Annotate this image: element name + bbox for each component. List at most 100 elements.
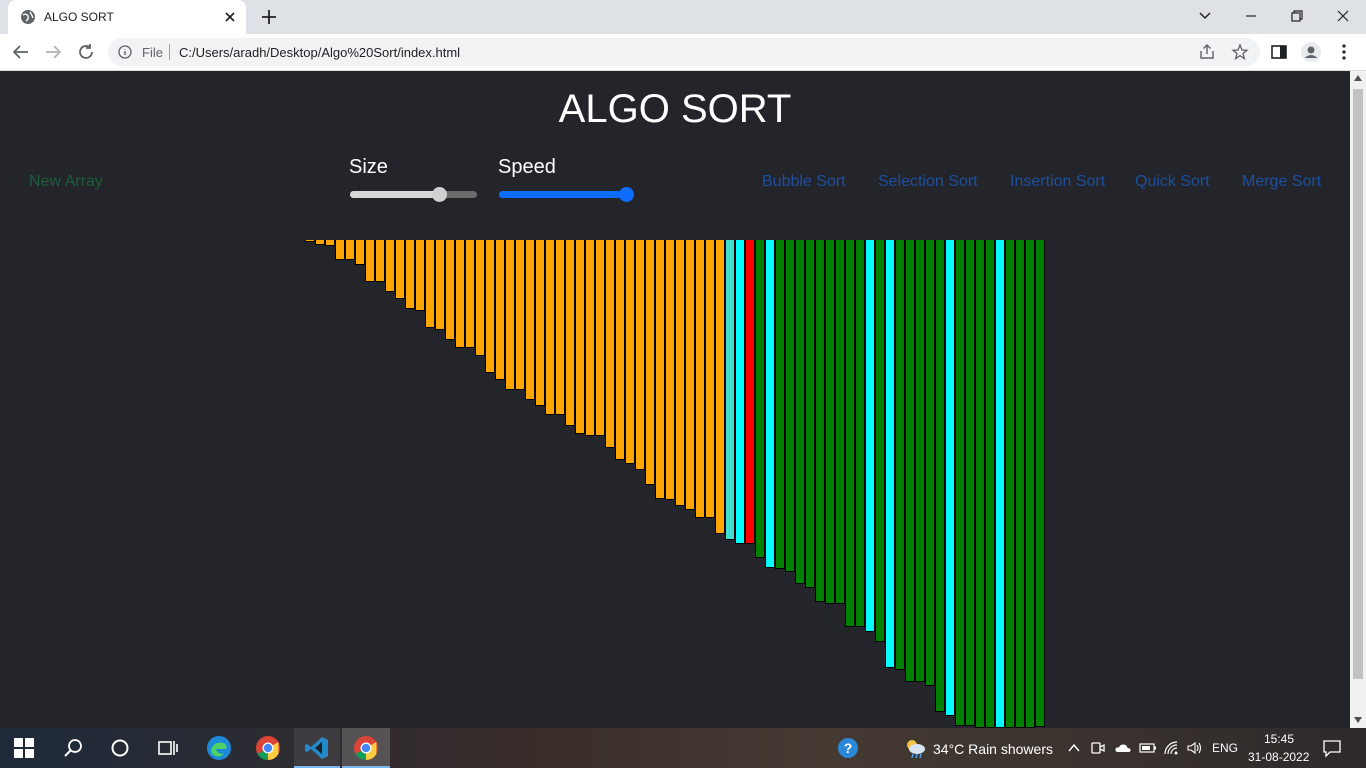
weather-rain-icon[interactable]	[903, 736, 927, 760]
scroll-up-arrow-icon[interactable]	[1354, 75, 1362, 81]
array-bar	[315, 240, 325, 245]
browser-tab[interactable]: ALGO SORT	[8, 0, 246, 34]
array-bar	[645, 240, 655, 485]
array-bar	[455, 240, 465, 348]
array-bar	[365, 240, 375, 282]
scroll-down-arrow-icon[interactable]	[1354, 717, 1362, 723]
array-bar	[465, 240, 475, 348]
insertion-sort-button[interactable]: Insertion Sort	[1010, 173, 1105, 191]
array-bar	[435, 240, 445, 330]
address-bar[interactable]: File C:/Users/aradh/Desktop/Algo%20Sort/…	[108, 38, 1260, 66]
volume-icon[interactable]	[1186, 740, 1204, 756]
cortana-icon[interactable]	[108, 736, 132, 760]
bars-container	[305, 240, 1050, 728]
meet-now-icon[interactable]	[1090, 740, 1106, 756]
weather-text[interactable]: 34°C Rain showers	[933, 741, 1053, 757]
array-bar	[585, 240, 595, 436]
notification-icon[interactable]	[1322, 738, 1342, 758]
chrome-icon[interactable]	[255, 735, 281, 761]
array-bar	[625, 240, 635, 464]
chevron-up-icon[interactable]	[1066, 740, 1082, 756]
size-slider-thumb[interactable]	[432, 187, 447, 202]
new-tab-icon[interactable]	[258, 6, 280, 28]
clock-date[interactable]: 31-08-2022	[1248, 750, 1309, 764]
onedrive-cloud-icon[interactable]	[1114, 740, 1132, 756]
array-bar	[515, 240, 525, 390]
array-bar	[865, 240, 875, 632]
size-slider-fill	[350, 191, 439, 198]
array-bar	[505, 240, 515, 390]
search-icon[interactable]	[61, 736, 85, 760]
array-bar	[905, 240, 915, 682]
chrome-taskbar-item-active[interactable]	[342, 728, 390, 768]
array-bar	[845, 240, 855, 627]
info-icon[interactable]	[118, 45, 132, 59]
array-bar	[595, 240, 605, 436]
array-bar	[1035, 240, 1045, 727]
array-bar	[875, 240, 885, 642]
array-bar	[975, 240, 985, 728]
back-arrow-icon[interactable]	[10, 41, 32, 63]
vscode-icon	[305, 737, 328, 759]
close-window-icon[interactable]	[1330, 4, 1356, 28]
array-bar	[485, 240, 495, 373]
array-bar	[955, 240, 965, 726]
array-bar	[405, 240, 415, 309]
page-content: ALGO SORT New Array Size Speed Bubble So…	[0, 71, 1350, 728]
array-bar	[995, 240, 1005, 728]
close-tab-icon[interactable]	[220, 7, 240, 27]
language-indicator[interactable]: ENG	[1212, 741, 1238, 755]
array-bar	[525, 240, 535, 400]
array-bar	[335, 240, 345, 260]
array-bar	[415, 240, 425, 311]
array-bar	[605, 240, 615, 448]
profile-avatar-icon[interactable]	[1300, 41, 1322, 63]
array-bar	[565, 240, 575, 426]
bookmark-star-icon[interactable]	[1231, 43, 1249, 61]
merge-sort-button[interactable]: Merge Sort	[1242, 173, 1321, 191]
chrome-icon	[354, 736, 378, 760]
tab-search-icon[interactable]	[1192, 4, 1218, 28]
array-bar	[555, 240, 565, 415]
array-bar	[895, 240, 905, 670]
menu-kebab-icon[interactable]	[1333, 41, 1355, 63]
array-bar	[675, 240, 685, 506]
array-bar	[375, 240, 385, 282]
quick-sort-button[interactable]: Quick Sort	[1135, 173, 1210, 191]
side-panel-icon[interactable]	[1268, 41, 1290, 63]
wifi-icon[interactable]	[1163, 740, 1181, 756]
new-array-button[interactable]: New Array	[29, 173, 103, 191]
array-bar	[305, 240, 315, 242]
reload-icon[interactable]	[75, 41, 97, 63]
selection-sort-button[interactable]: Selection Sort	[878, 173, 978, 191]
array-bar	[935, 240, 945, 712]
array-bar	[345, 240, 355, 260]
array-bar	[965, 240, 975, 726]
tab-title: ALGO SORT	[44, 10, 114, 24]
bubble-sort-button[interactable]: Bubble Sort	[762, 173, 846, 191]
array-bar	[495, 240, 505, 380]
array-bar	[945, 240, 955, 716]
scrollbar-thumb[interactable]	[1353, 89, 1363, 679]
forward-arrow-icon[interactable]	[42, 41, 64, 63]
task-view-icon[interactable]	[156, 736, 180, 760]
share-icon[interactable]	[1198, 43, 1216, 61]
speed-slider-thumb[interactable]	[619, 187, 634, 202]
speed-label: Speed	[498, 156, 556, 178]
clock-time[interactable]: 15:45	[1264, 732, 1294, 746]
help-icon[interactable]: ?	[836, 736, 860, 760]
battery-icon[interactable]	[1139, 740, 1157, 756]
minimize-icon[interactable]	[1238, 4, 1264, 28]
array-bar	[655, 240, 665, 499]
array-bar	[755, 240, 765, 558]
array-bar	[575, 240, 585, 434]
windows-start-icon[interactable]	[14, 738, 34, 758]
vscode-taskbar-item[interactable]	[294, 728, 340, 768]
page-scrollbar[interactable]	[1350, 71, 1366, 728]
url-text[interactable]: C:/Users/aradh/Desktop/Algo%20Sort/index…	[179, 45, 460, 60]
array-bar	[445, 240, 455, 340]
array-bar	[475, 240, 485, 356]
array-bar	[385, 240, 395, 292]
restore-icon[interactable]	[1284, 4, 1310, 28]
edge-browser-icon[interactable]	[206, 735, 232, 761]
